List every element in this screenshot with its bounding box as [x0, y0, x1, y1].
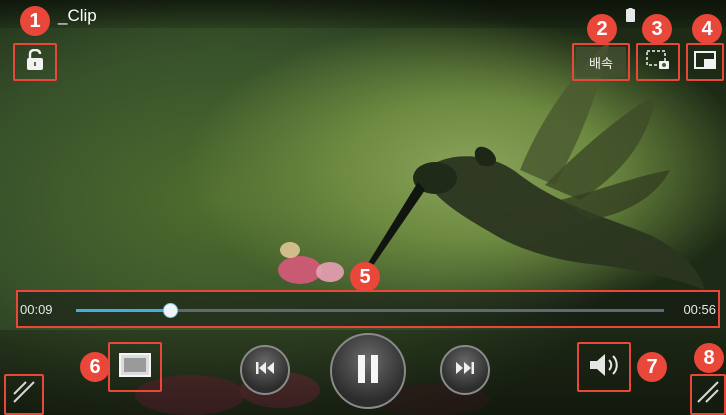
screen-mode-button[interactable]: [108, 342, 162, 392]
battery-icon: [626, 8, 635, 27]
unlock-icon: [26, 48, 44, 76]
marker-7: 7: [637, 352, 667, 382]
resize-handle-right[interactable]: [690, 374, 726, 415]
video-title: _Clip: [58, 6, 97, 25]
resize-icon: [696, 380, 720, 409]
play-pause-button[interactable]: [330, 333, 406, 409]
volume-button[interactable]: [577, 342, 631, 392]
progress-bar[interactable]: 00:09 00:56: [16, 290, 720, 328]
marker-2: 2: [587, 14, 617, 44]
total-time: 00:56: [683, 302, 716, 317]
playback-speed-button[interactable]: 배속: [572, 43, 630, 81]
popup-player-button[interactable]: [686, 43, 724, 81]
current-time: 00:09: [20, 302, 53, 317]
seek-track-fill: [76, 309, 171, 312]
seek-thumb[interactable]: [163, 303, 179, 318]
marker-1: 1: [20, 6, 50, 36]
marker-5: 5: [350, 262, 380, 292]
marker-4: 4: [692, 14, 722, 44]
top-bar: _Clip: [0, 0, 726, 28]
pause-icon: [356, 354, 380, 389]
volume-icon: [588, 352, 620, 383]
rewind-button[interactable]: [240, 345, 290, 395]
fast-forward-icon: [455, 361, 475, 380]
popup-player-icon: [694, 50, 716, 74]
screen-mode-icon: [119, 352, 151, 382]
capture-icon: [645, 49, 671, 76]
resize-icon: [12, 380, 36, 409]
speed-label: 배속: [589, 55, 613, 71]
seek-track[interactable]: [76, 303, 664, 318]
rewind-icon: [255, 361, 275, 380]
lock-button[interactable]: [13, 43, 57, 81]
marker-6: 6: [80, 352, 110, 382]
resize-handle-left[interactable]: [4, 374, 44, 415]
fast-forward-button[interactable]: [440, 345, 490, 395]
capture-button[interactable]: [636, 43, 680, 81]
marker-3: 3: [642, 14, 672, 44]
marker-8: 8: [694, 343, 724, 373]
